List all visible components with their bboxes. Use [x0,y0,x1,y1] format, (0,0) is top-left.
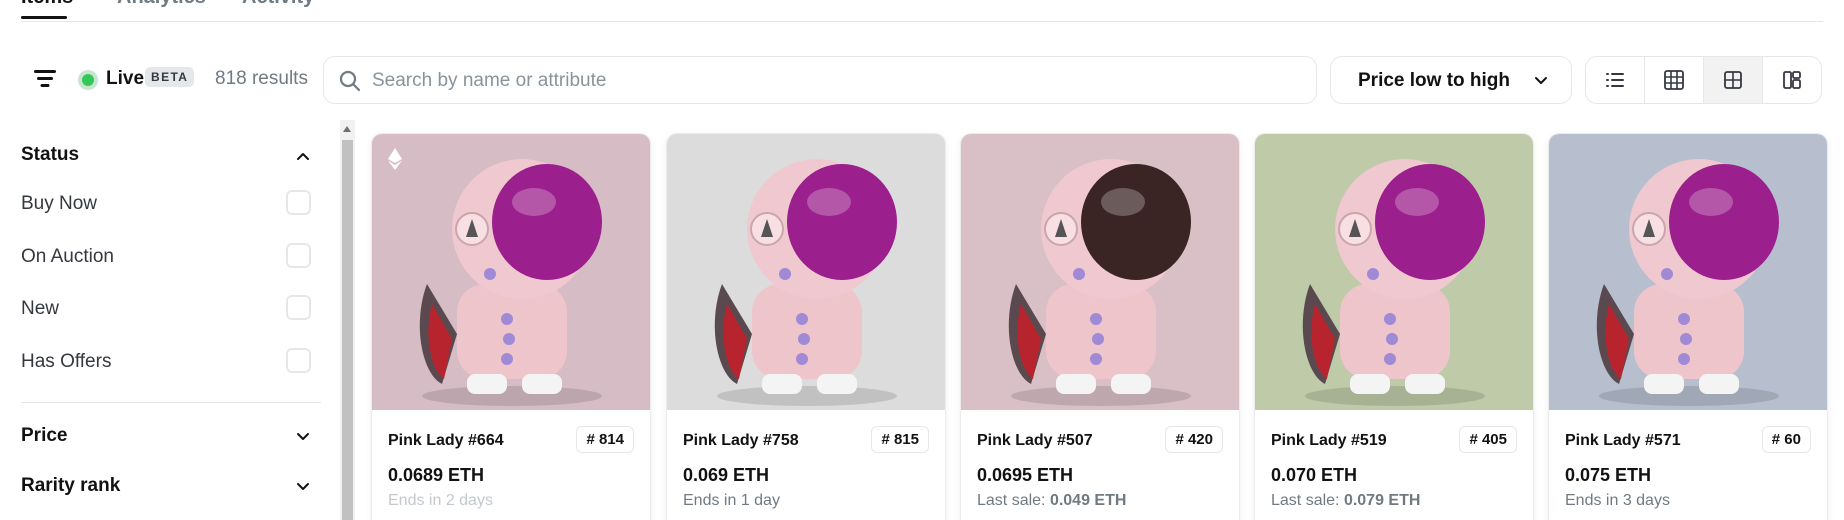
buy-now-checkbox[interactable] [286,190,311,215]
beta-badge: BETA [145,67,195,87]
last-sale: Last sale: 0.079 ETH [1271,492,1420,510]
scrollbar-thumb[interactable] [342,140,353,520]
view-toggle-group [1585,56,1822,104]
chevron-down-icon [297,433,309,440]
nft-image[interactable] [1255,134,1533,410]
filter-icon [34,70,56,73]
scroll-up-arrow-icon[interactable] [343,126,351,132]
nft-card[interactable]: Pink Lady #571 # 60 0.075 ETH Ends in 3 … [1549,134,1827,520]
nft-price: 0.069 ETH [683,465,770,485]
option-label: Has Offers [21,351,112,372]
nft-card[interactable]: Pink Lady #758 # 815 0.069 ETH Ends in 1… [667,134,945,520]
auction-end: Ends in 3 days [1565,492,1670,509]
status-title: Status [21,144,80,165]
filter-icon-line [37,77,53,80]
grid-large-icon [1724,71,1742,89]
last-sale-value: 0.049 ETH [1049,492,1127,509]
chevron-down-icon [1535,77,1547,84]
tab-activity[interactable]: Activity [242,0,314,9]
new-checkbox[interactable] [286,295,311,320]
nft-image[interactable] [667,134,945,410]
rarity-rank-badge: # 405 [1459,426,1517,453]
ethereum-icon [388,148,402,170]
grid-large-view-button[interactable] [1704,57,1763,103]
nft-image[interactable] [1549,134,1827,410]
list-view-button[interactable] [1586,57,1645,103]
status-option-new[interactable]: New [21,294,321,324]
nft-name: Pink Lady #758 [683,432,799,449]
nft-price: 0.0695 ETH [977,465,1074,485]
nft-card[interactable]: Pink Lady #519 # 405 0.070 ETH Last sale… [1255,134,1533,520]
option-label: On Auction [21,246,114,267]
active-tab-indicator [21,16,67,19]
on-auction-checkbox[interactable] [286,243,311,268]
rarity-rank-badge: # 814 [576,426,634,453]
search-input[interactable] [372,67,1292,95]
nft-price: 0.0689 ETH [388,465,485,485]
search-box[interactable] [323,56,1317,104]
tab-items[interactable]: Items [21,0,73,9]
chevron-up-icon [297,153,309,160]
rarity-rank-badge: # 815 [871,426,929,453]
rarity-title: Rarity rank [21,475,121,496]
last-sale-label: Last sale: [1271,492,1344,509]
option-label: Buy Now [21,193,98,214]
price-section-header[interactable]: Price [21,421,321,451]
option-label: New [21,298,60,319]
last-sale-value: 0.079 ETH [1343,492,1421,509]
tab-bar: Items Analytics Activity [21,0,1823,22]
rarity-rank-badge: # 420 [1165,426,1223,453]
status-option-on-auction[interactable]: On Auction [21,242,321,272]
nft-name: Pink Lady #664 [388,432,504,449]
live-label[interactable]: Live [106,68,144,90]
results-count: 818 results [215,68,308,89]
rarity-rank-badge: # 60 [1761,426,1811,453]
search-icon [339,70,361,92]
auction-end: Ends in 2 days [388,492,493,509]
filter-icon-line [40,84,50,87]
masonry-icon [1783,71,1801,89]
nft-name: Pink Lady #519 [1271,432,1387,449]
auction-end: Ends in 1 day [683,492,780,509]
status-option-buy-now[interactable]: Buy Now [21,189,321,219]
chevron-down-icon [297,483,309,490]
results-scrollbar[interactable] [340,120,355,520]
grid-small-view-button[interactable] [1645,57,1704,103]
masonry-view-button[interactable] [1763,57,1821,103]
tab-analytics[interactable]: Analytics [117,0,206,9]
grid-small-icon [1664,70,1684,90]
price-title: Price [21,425,68,446]
nft-price: 0.070 ETH [1271,465,1358,485]
nft-price: 0.075 ETH [1565,465,1652,485]
nft-image[interactable] [372,134,650,410]
nft-image[interactable] [961,134,1239,410]
last-sale: Last sale: 0.049 ETH [977,492,1126,510]
status-section-header[interactable]: Status [21,140,321,170]
nft-card[interactable]: Pink Lady #664 # 814 0.0689 ETH Ends in … [372,134,650,520]
rarity-section-header[interactable]: Rarity rank [21,471,321,501]
nft-name: Pink Lady #571 [1565,432,1681,449]
status-option-has-offers[interactable]: Has Offers [21,347,321,377]
has-offers-checkbox[interactable] [286,348,311,373]
sidebar-divider [21,402,321,403]
last-sale-label: Last sale: [977,492,1050,509]
list-icon [1606,73,1624,87]
nft-name: Pink Lady #507 [977,432,1093,449]
sort-label: Price low to high [1358,70,1511,91]
sort-dropdown[interactable]: Price low to high [1330,56,1572,104]
nft-card[interactable]: Pink Lady #507 # 420 0.0695 ETH Last sal… [961,134,1239,520]
live-status-dot [78,70,98,90]
filter-toggle-button[interactable] [30,66,60,92]
